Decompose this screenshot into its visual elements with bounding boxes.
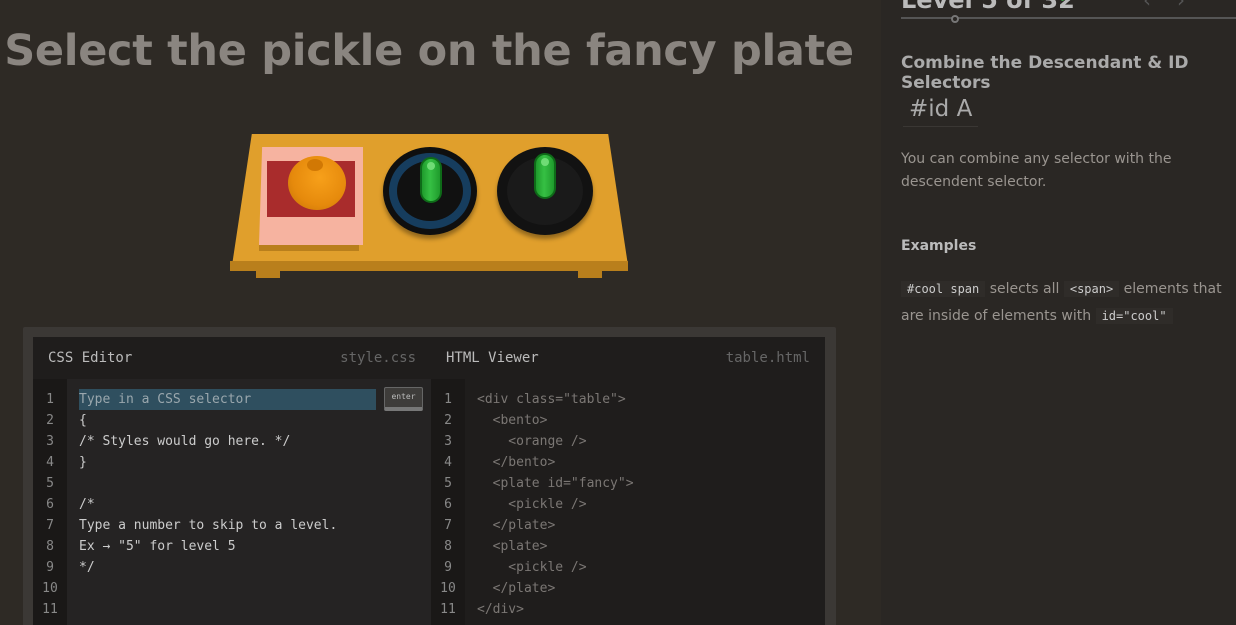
example-text-1: selects all xyxy=(989,281,1060,297)
css-line-number: 5 xyxy=(46,476,54,491)
html-code-line: </plate> xyxy=(477,518,556,533)
css-line-numbers: 1 2 3 4 5 6 7 8 9 10 11 xyxy=(33,379,67,620)
css-editor-header: CSS Editor style.css xyxy=(33,337,431,379)
css-line-number: 1 xyxy=(46,392,54,407)
css-code-line xyxy=(79,578,337,599)
css-code: { /* Styles would go here. */} /* Type a nu… xyxy=(79,389,337,620)
example: #cool span selects all <span> elements t… xyxy=(901,276,1231,330)
html-viewer-header: HTML Viewer table.html xyxy=(431,337,825,379)
bento-base xyxy=(259,245,359,251)
table xyxy=(226,134,634,297)
html-viewer-pane: HTML Viewer table.html 1 2 3 4 5 6 7 8 9 10 11 <di… xyxy=(431,337,825,625)
css-code-line xyxy=(79,599,337,620)
sidebar: Level 5 of 32 ✔ ‹ › Combine the Descenda… xyxy=(881,0,1236,625)
html-code-line: <pickle /> xyxy=(477,560,587,575)
css-gutter: 1 2 3 4 5 6 7 8 9 10 11 xyxy=(33,379,67,625)
html-line-number: 7 xyxy=(444,518,452,533)
html-viewer-title: HTML Viewer xyxy=(446,350,539,366)
css-line-number: 4 xyxy=(46,455,54,470)
html-line-number: 1 xyxy=(444,392,452,407)
html-line-number: 6 xyxy=(444,497,452,512)
css-editor-pane: CSS Editor style.css 1 2 3 4 5 6 7 8 9 10 11 { /* S… xyxy=(33,337,431,625)
html-line-number: 9 xyxy=(444,560,452,575)
css-line-number: 7 xyxy=(46,518,54,533)
pickle-on-plain-plate[interactable] xyxy=(534,153,556,199)
check-icon: ✔ xyxy=(1059,0,1071,6)
css-code-line: /* Styles would go here. */ xyxy=(79,434,291,449)
examples-title: Examples xyxy=(901,238,977,254)
css-code-line: Type a number to skip to a level. xyxy=(79,518,338,533)
html-code-line: </bento> xyxy=(477,455,556,470)
css-editor-filename: style.css xyxy=(340,350,416,366)
css-editor-title: CSS Editor xyxy=(48,350,133,366)
html-line-number: 10 xyxy=(440,581,456,596)
css-code-line: /* xyxy=(79,497,95,512)
html-line-number: 3 xyxy=(444,434,452,449)
orange-stem xyxy=(307,159,323,171)
table-shadow xyxy=(226,271,634,297)
level-instruction: Select the pickle on the fancy plate xyxy=(4,26,854,76)
html-code-line: <plate> xyxy=(477,539,548,554)
selector-hint: You can combine any selector with the de… xyxy=(901,151,1172,190)
html-line-number: 8 xyxy=(444,539,452,554)
css-line-number: 11 xyxy=(42,602,58,617)
enter-button[interactable]: enter xyxy=(384,387,423,411)
css-line-number: 8 xyxy=(46,539,54,554)
html-line-numbers: 1 2 3 4 5 6 7 8 9 10 11 xyxy=(431,379,465,620)
fancy-plate[interactable] xyxy=(383,147,477,235)
html-code-line: <plate id="fancy"> xyxy=(477,476,634,491)
css-line-number: 3 xyxy=(46,434,54,449)
css-code-line: { xyxy=(79,413,87,428)
html-code-line: <orange /> xyxy=(477,434,587,449)
example-code-2: <span> xyxy=(1063,281,1120,297)
html-line-number: 5 xyxy=(444,476,452,491)
editor: CSS Editor style.css 1 2 3 4 5 6 7 8 9 10 11 { /* S… xyxy=(23,327,836,625)
html-code-line: <div class="table"> xyxy=(477,392,626,407)
html-code-line: </plate> xyxy=(477,581,556,596)
plain-plate[interactable] xyxy=(497,147,593,235)
table-leg-left xyxy=(256,271,280,278)
css-line-number: 6 xyxy=(46,497,54,512)
html-code: <div class="table"> <bento> <orange /> <… xyxy=(477,389,634,620)
css-line-number: 10 xyxy=(42,581,58,596)
table-leg-right xyxy=(578,271,602,278)
previous-level-arrow-icon[interactable]: ‹ xyxy=(1143,0,1151,12)
css-editor-body: 1 2 3 4 5 6 7 8 9 10 11 { /* Styles would go here. … xyxy=(33,379,431,625)
pickle-on-fancy-plate[interactable] xyxy=(420,157,442,203)
css-code-line: } xyxy=(79,455,87,470)
html-viewer-filename: table.html xyxy=(725,350,810,366)
html-code-line: <bento> xyxy=(477,413,548,428)
css-selector-input[interactable] xyxy=(79,389,376,410)
css-code-line: */ xyxy=(79,560,95,575)
selector-syntax: #id A xyxy=(903,92,979,127)
next-level-arrow-icon[interactable]: › xyxy=(1177,0,1185,12)
level-indicator: Level 5 of 32 xyxy=(901,0,1075,14)
html-line-number: 4 xyxy=(444,455,452,470)
game-area: Select the pickle on the fancy plate CSS… xyxy=(0,0,881,625)
selector-name: Combine the Descendant & ID Selectors xyxy=(901,53,1189,93)
html-viewer-body: 1 2 3 4 5 6 7 8 9 10 11 <div class="table"> <bento… xyxy=(431,379,825,625)
html-code-line: </div> xyxy=(477,602,524,617)
css-code-line xyxy=(79,473,337,494)
html-line-number: 11 xyxy=(440,602,456,617)
example-code-3: id="cool" xyxy=(1095,308,1173,324)
css-line-number: 2 xyxy=(46,413,54,428)
level-progress-dot xyxy=(951,15,959,23)
example-code-1: #cool span xyxy=(901,281,986,297)
table-edge xyxy=(230,261,628,271)
html-code-line: <pickle /> xyxy=(477,497,587,512)
css-code-line: Ex → "5" for level 5 xyxy=(79,539,236,554)
css-line-number: 9 xyxy=(46,560,54,575)
html-line-number: 2 xyxy=(444,413,452,428)
html-gutter: 1 2 3 4 5 6 7 8 9 10 11 xyxy=(431,379,465,625)
